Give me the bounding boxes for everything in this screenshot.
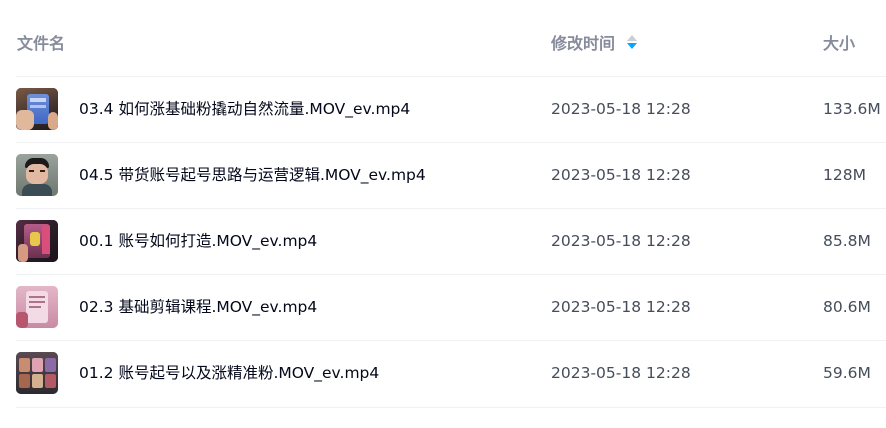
table-row[interactable]: 01.2 账号起号以及涨精准粉.MOV_ev.mp4 2023-05-18 12… — [0, 340, 886, 406]
file-name[interactable]: 03.4 如何涨基础粉撬动自然流量.MOV_ev.mp4 — [79, 99, 410, 119]
table-row[interactable]: 03.4 如何涨基础粉撬动自然流量.MOV_ev.mp4 2023-05-18 … — [0, 76, 886, 142]
file-size: 85.8M — [823, 232, 871, 250]
file-modified-time: 2023-05-18 12:28 — [551, 100, 691, 118]
file-size: 133.6M — [823, 100, 881, 118]
video-thumbnail-icon — [16, 154, 58, 196]
file-modified-time: 2023-05-18 12:28 — [551, 364, 691, 382]
column-header-modified-label: 修改时间 — [551, 34, 616, 53]
file-name[interactable]: 00.1 账号如何打造.MOV_ev.mp4 — [79, 231, 317, 251]
column-header-modified[interactable]: 修改时间 — [551, 34, 638, 54]
video-thumbnail-icon — [16, 352, 58, 394]
table-row[interactable]: 00.1 账号如何打造.MOV_ev.mp4 2023-05-18 12:28 … — [0, 208, 886, 274]
file-size: 59.6M — [823, 364, 871, 382]
file-modified-time: 2023-05-18 12:28 — [551, 232, 691, 250]
file-table: 文件名 修改时间 大小 03.4 如何涨基础粉撬动自然流量.MOV_ev.mp4… — [0, 0, 886, 428]
file-modified-time: 2023-05-18 12:28 — [551, 298, 691, 316]
column-header-name[interactable]: 文件名 — [17, 34, 65, 54]
file-size: 80.6M — [823, 298, 871, 316]
sort-descending-icon[interactable] — [627, 35, 638, 51]
file-name[interactable]: 02.3 基础剪辑课程.MOV_ev.mp4 — [79, 297, 317, 317]
column-header-size[interactable]: 大小 — [823, 34, 855, 54]
file-modified-time: 2023-05-18 12:28 — [551, 166, 691, 184]
file-name[interactable]: 01.2 账号起号以及涨精准粉.MOV_ev.mp4 — [79, 363, 379, 383]
file-name[interactable]: 04.5 带货账号起号思路与运营逻辑.MOV_ev.mp4 — [79, 165, 426, 185]
table-header: 文件名 修改时间 大小 — [0, 0, 886, 76]
table-row[interactable]: 04.5 带货账号起号思路与运营逻辑.MOV_ev.mp4 2023-05-18… — [0, 142, 886, 208]
video-thumbnail-icon — [16, 220, 58, 262]
row-divider — [16, 407, 886, 408]
video-thumbnail-icon — [16, 286, 58, 328]
video-thumbnail-icon — [16, 88, 58, 130]
file-size: 128M — [823, 166, 866, 184]
table-row[interactable]: 02.3 基础剪辑课程.MOV_ev.mp4 2023-05-18 12:28 … — [0, 274, 886, 340]
